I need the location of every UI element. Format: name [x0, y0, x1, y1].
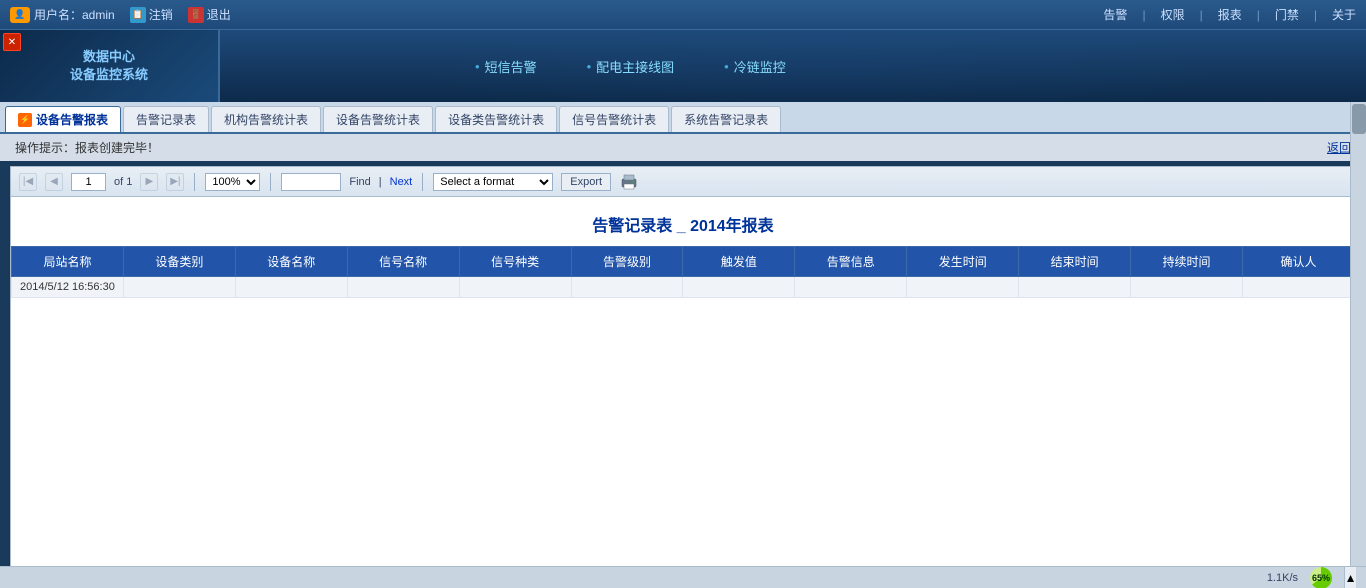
zoom-select[interactable]: 100% 75% 150% [205, 173, 260, 191]
user-icon: 👤 [10, 7, 30, 23]
header-section: ✕ 数据中心 设备监控系统 短信告警 配电主接线图 冷链监控 [0, 30, 1366, 102]
tabs-bar: ⚡ 设备告警报表 告警记录表 机构告警统计表 设备告警统计表 设备类告警统计表 … [0, 102, 1366, 134]
logo-area: ✕ 数据中心 设备监控系统 [0, 30, 220, 102]
tab-label: 设备类告警统计表 [448, 111, 544, 128]
scroll-up-button[interactable]: ▲ [1344, 567, 1356, 588]
progress-value: 65% [1310, 567, 1332, 588]
col-alarm-info: 告警信息 [795, 247, 907, 277]
page-of-text: of 1 [114, 176, 132, 188]
col-alarm-level: 告警级别 [571, 247, 683, 277]
app-title: 数据中心 设备监控系统 [70, 48, 148, 84]
tab-icon: ⚡ [18, 113, 32, 127]
col-trigger: 触发值 [683, 247, 795, 277]
col-device-name: 设备名称 [235, 247, 347, 277]
logout-label: 退出 [207, 6, 231, 23]
report-container: |◀ ◀ of 1 ▶ ▶| 100% 75% 150% Find | Next… [10, 166, 1356, 578]
nav-alarm[interactable]: 告警 [1103, 6, 1127, 23]
operation-hint-text: 操作提示：报表创建完毕！ [15, 139, 159, 156]
col-end-time: 结束时间 [1019, 247, 1131, 277]
tab-signal-stats[interactable]: 信号告警统计表 [559, 106, 669, 132]
col-start-time: 发生时间 [907, 247, 1019, 277]
nav-permission[interactable]: 权限 [1161, 6, 1185, 23]
tab-label: 机构告警统计表 [224, 111, 308, 128]
bottom-right: 1.1K/s 65% ▲ [1267, 567, 1356, 588]
toolbar-sep1 [194, 173, 195, 191]
tab-device-alarm-report[interactable]: ⚡ 设备告警报表 [5, 106, 121, 132]
scrollbar-thumb[interactable] [1352, 104, 1366, 134]
operation-hint-bar: 操作提示：报表创建完毕！ 返回 [0, 134, 1366, 161]
last-page-button[interactable]: ▶| [166, 173, 184, 191]
close-button[interactable]: ✕ [3, 33, 21, 51]
nav-about[interactable]: 关于 [1332, 6, 1356, 23]
tab-label: 信号告警统计表 [572, 111, 656, 128]
tab-label: 告警记录表 [136, 111, 196, 128]
col-device-type: 设备类别 [123, 247, 235, 277]
nav-report[interactable]: 报表 [1218, 6, 1242, 23]
logout-icon: 🚪 [188, 7, 204, 23]
export-button[interactable]: Export [561, 173, 611, 191]
col-duration: 持续时间 [1131, 247, 1243, 277]
network-speed: 1.1K/s [1267, 572, 1298, 584]
row-date: 2014/5/12 16:56:30 [12, 277, 124, 298]
logout-button[interactable]: 🚪 退出 [188, 6, 231, 23]
vertical-scrollbar[interactable] [1350, 102, 1366, 566]
user-label: 用户名：admin [34, 6, 115, 23]
prev-page-button[interactable]: ◀ [45, 173, 63, 191]
tab-label: 设备告警统计表 [336, 111, 420, 128]
print-button[interactable] [619, 173, 639, 191]
col-station: 局站名称 [12, 247, 124, 277]
page-number-input[interactable] [71, 173, 106, 191]
find-separator: | [379, 176, 382, 188]
report-title: 告警记录表 _ 2014年报表 [11, 197, 1355, 246]
report-table: 局站名称 设备类别 设备名称 信号名称 信号种类 告警级别 触发值 告警信息 发… [11, 246, 1355, 298]
nav-links: 短信告警 配电主接线图 冷链监控 [220, 30, 1366, 102]
format-select[interactable]: Select a format PDF Excel Word CSV [433, 173, 553, 191]
user-info: 👤 用户名：admin [10, 6, 115, 23]
return-button[interactable]: 返回 [1327, 139, 1351, 156]
toolbar-sep2 [270, 173, 271, 191]
next-find-button[interactable]: Next [390, 176, 413, 188]
tab-org-stats[interactable]: 机构告警统计表 [211, 106, 321, 132]
progress-circle: 65% [1306, 567, 1336, 588]
col-signal-type: 信号种类 [459, 247, 571, 277]
note-button[interactable]: 📋 注销 [130, 6, 173, 23]
toolbar-sep3 [422, 173, 423, 191]
nav-bar: 短信告警 配电主接线图 冷链监控 [220, 30, 1366, 102]
tab-alarm-log[interactable]: 告警记录表 [123, 106, 209, 132]
table-header-row: 局站名称 设备类别 设备名称 信号名称 信号种类 告警级别 触发值 告警信息 发… [12, 247, 1355, 277]
nav-door[interactable]: 门禁 [1275, 6, 1299, 23]
tab-system-log[interactable]: 系统告警记录表 [671, 106, 781, 132]
next-page-button[interactable]: ▶ [140, 173, 158, 191]
note-icon: 📋 [130, 7, 146, 23]
find-label: Find [349, 176, 370, 188]
top-bar: 👤 用户名：admin 📋 注销 🚪 退出 告警 | 权限 | 报表 | 门禁 … [0, 0, 1366, 30]
nav-link-cold[interactable]: 冷链监控 [699, 57, 811, 76]
col-confirm: 确认人 [1242, 247, 1354, 277]
table-row: 2014/5/12 16:56:30 [12, 277, 1355, 298]
tab-label: 设备告警报表 [36, 111, 108, 128]
col-signal-name: 信号名称 [347, 247, 459, 277]
find-input[interactable] [281, 173, 341, 191]
tab-device-type-stats[interactable]: 设备类告警统计表 [435, 106, 557, 132]
nav-link-diagram[interactable]: 配电主接线图 [562, 57, 700, 76]
first-page-button[interactable]: |◀ [19, 173, 37, 191]
bottom-bar: 1.1K/s 65% ▲ [0, 566, 1366, 588]
note-label: 注销 [149, 6, 173, 23]
nav-link-sms[interactable]: 短信告警 [450, 57, 562, 76]
tab-label: 系统告警记录表 [684, 111, 768, 128]
report-toolbar: |◀ ◀ of 1 ▶ ▶| 100% 75% 150% Find | Next… [11, 167, 1355, 197]
report-content: 告警记录表 _ 2014年报表 局站名称 设备类别 设备名称 信号名称 信号种类… [11, 197, 1355, 577]
tab-device-stats[interactable]: 设备告警统计表 [323, 106, 433, 132]
